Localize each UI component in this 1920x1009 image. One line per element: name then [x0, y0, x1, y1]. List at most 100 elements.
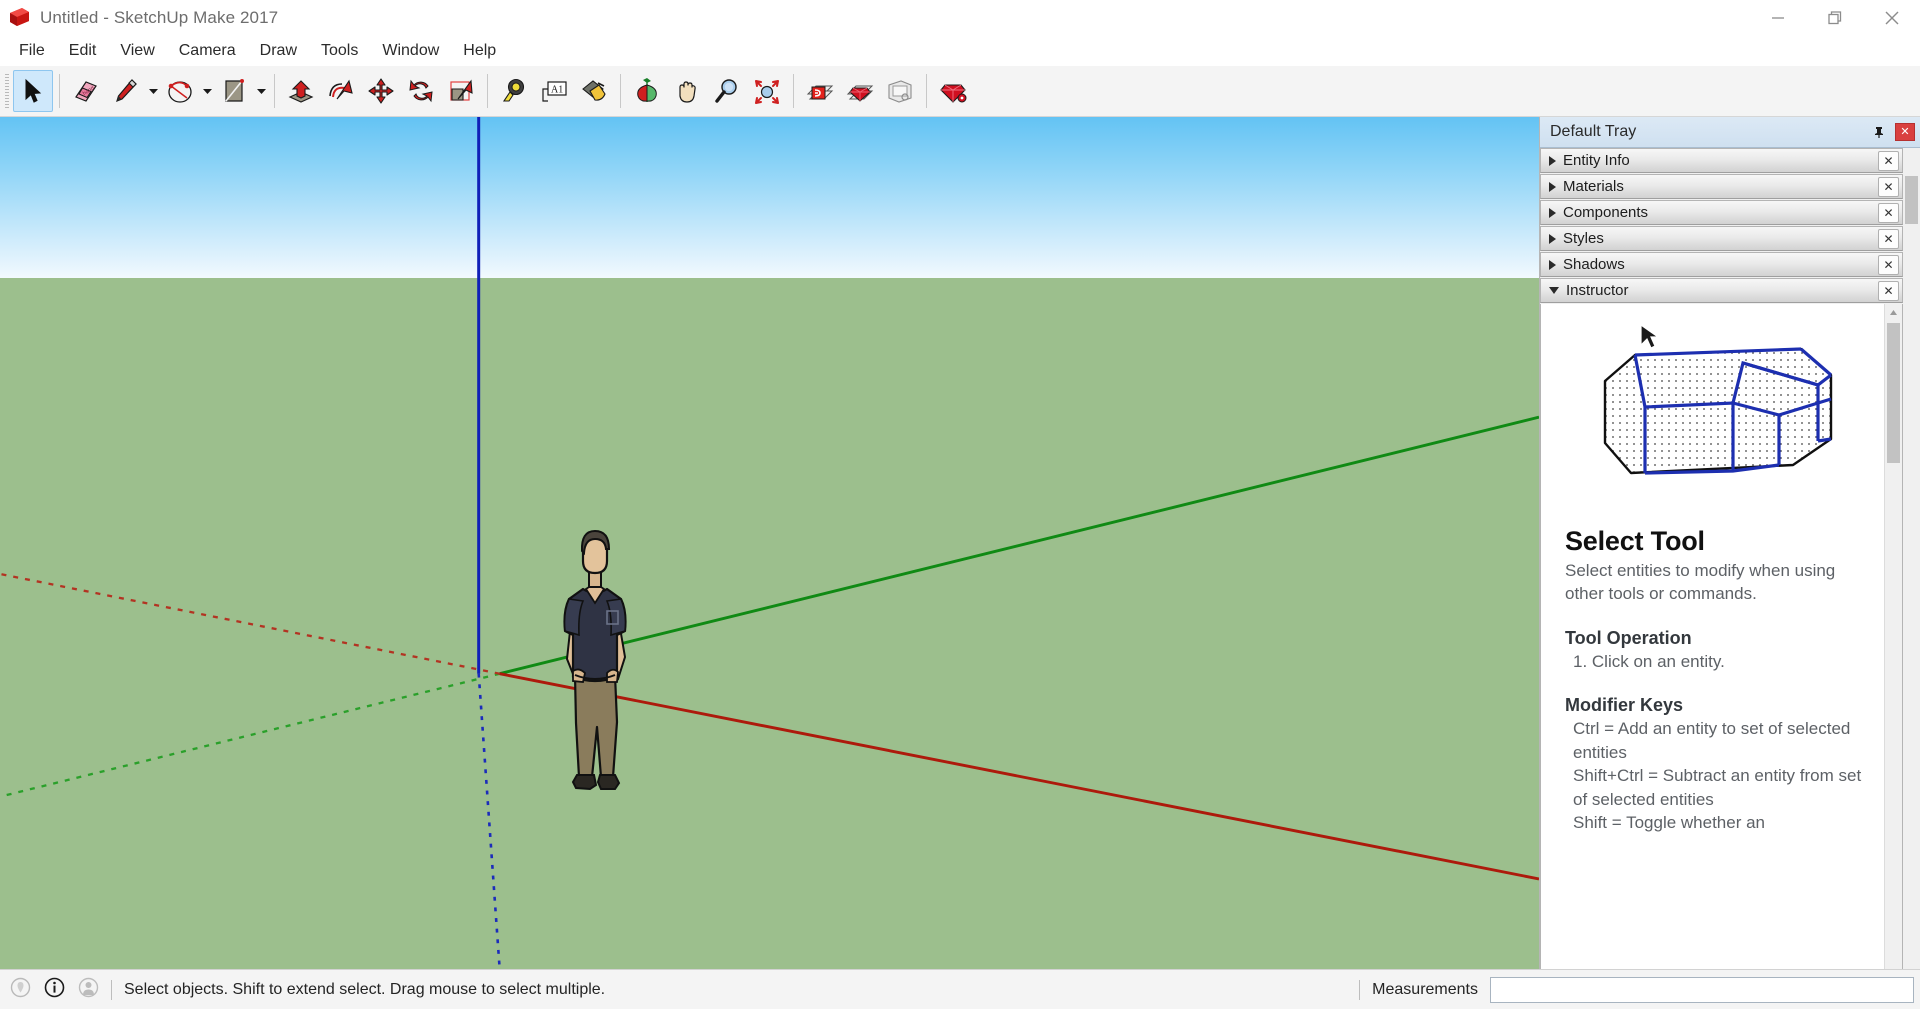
tape-measure-tool[interactable]: [494, 70, 534, 112]
menu-draw[interactable]: Draw: [248, 39, 309, 63]
menu-window[interactable]: Window: [370, 39, 451, 63]
chevron-right-icon: [1549, 233, 1556, 244]
green-axis-solid: [499, 415, 1539, 676]
rotate-tool[interactable]: [401, 70, 441, 112]
tray-scrollbar[interactable]: [1903, 148, 1920, 969]
toolbar-group-camera: [627, 69, 787, 113]
instructor-section-heading-tool-operation: Tool Operation: [1565, 627, 1692, 648]
panel-close-icon[interactable]: ✕: [1878, 203, 1899, 223]
paint-bucket-tool[interactable]: [574, 70, 614, 112]
pin-icon[interactable]: [1871, 124, 1887, 140]
main-toolbar: hand A1: [0, 66, 1920, 117]
pan-tool[interactable]: [667, 70, 707, 112]
panel-close-icon[interactable]: ✕: [1878, 151, 1899, 171]
line-tool[interactable]: [106, 70, 146, 112]
scale-tool[interactable]: [441, 70, 481, 112]
toolbar-separator: [487, 74, 488, 108]
arrow-cursor-icon: [1639, 323, 1660, 349]
extension-warehouse-button[interactable]: [840, 70, 880, 112]
eraser-tool[interactable]: hand: [66, 70, 106, 112]
panel-label: Materials: [1563, 178, 1624, 195]
layout-button[interactable]: [880, 70, 920, 112]
tray-panel-materials[interactable]: Materials ✕: [1540, 174, 1903, 199]
menu-bar: File Edit View Camera Draw Tools Window …: [0, 36, 1920, 66]
chevron-down-icon: [1549, 287, 1559, 294]
zoom-extents-tool[interactable]: [747, 70, 787, 112]
panel-label: Shadows: [1563, 256, 1625, 273]
instructor-section-line: Shift+Ctrl = Subtract an entity from set…: [1573, 766, 1862, 809]
tray-panel-instructor[interactable]: Instructor ✕: [1540, 278, 1903, 303]
instructor-scrollbar[interactable]: [1884, 304, 1902, 969]
rectangle-tool[interactable]: [214, 70, 254, 112]
zoom-tool[interactable]: [707, 70, 747, 112]
chevron-right-icon: [1549, 207, 1556, 218]
panel-label: Components: [1563, 204, 1649, 221]
toolbar-group-modify: [281, 69, 481, 113]
rectangle-tool-dropdown-arrow[interactable]: [254, 71, 268, 111]
panel-label: Entity Info: [1563, 152, 1630, 169]
tray-panel-styles[interactable]: Styles ✕: [1540, 226, 1903, 251]
text-tool[interactable]: A1: [534, 70, 574, 112]
window-title: Untitled - SketchUp Make 2017: [40, 8, 279, 27]
red-axis-solid: [499, 672, 1539, 881]
scale-figure-person[interactable]: [545, 527, 645, 807]
instructor-section-line: Ctrl = Add an entity to set of selected …: [1573, 719, 1851, 762]
geo-location-icon[interactable]: [10, 977, 31, 1003]
tray-scrollbar-thumb[interactable]: [1905, 176, 1918, 224]
instructor-section-line: 1. Click on an entity.: [1573, 651, 1725, 671]
model-axes: [0, 117, 1539, 969]
measurements-area: Measurements: [1347, 976, 1920, 1003]
menu-file[interactable]: File: [7, 39, 57, 63]
status-bar-divider: [111, 979, 112, 1000]
move-tool[interactable]: [361, 70, 401, 112]
instructor-heading: Select Tool: [1565, 526, 1705, 556]
toolbar-group-warehouse: [800, 69, 920, 113]
toolbar-drag-handle[interactable]: [2, 72, 11, 110]
status-message: Select objects. Shift to extend select. …: [124, 980, 606, 998]
minimize-button[interactable]: [1749, 0, 1806, 36]
arc-tool[interactable]: [160, 70, 200, 112]
toolbar-group-select: [13, 69, 53, 113]
tray-panel-entity-info[interactable]: Entity Info ✕: [1540, 148, 1903, 173]
select-tool[interactable]: [13, 70, 53, 112]
toolbar-separator: [926, 74, 927, 108]
menu-edit[interactable]: Edit: [57, 39, 109, 63]
red-axis-dotted: [0, 572, 500, 675]
toolbar-separator: [274, 74, 275, 108]
tray-panel-shadows[interactable]: Shadows ✕: [1540, 252, 1903, 277]
measurements-label: Measurements: [1372, 980, 1478, 998]
instructor-inner: Select Tool Select entities to modify wh…: [1541, 304, 1884, 969]
orbit-tool[interactable]: [627, 70, 667, 112]
tray-body: Entity Info ✕ Materials ✕ Components ✕ S…: [1540, 148, 1920, 969]
tray-panel-components[interactable]: Components ✕: [1540, 200, 1903, 225]
panel-close-icon[interactable]: ✕: [1878, 255, 1899, 275]
menu-help[interactable]: Help: [451, 39, 508, 63]
tray-title: Default Tray: [1550, 123, 1637, 140]
tray-close-button[interactable]: ✕: [1895, 123, 1915, 141]
push-pull-tool[interactable]: [281, 70, 321, 112]
toolbar-group-draw: hand: [66, 69, 268, 113]
scroll-up-arrow-icon[interactable]: [1885, 304, 1902, 321]
line-tool-dropdown-arrow[interactable]: [146, 71, 160, 111]
info-icon[interactable]: [44, 977, 65, 1003]
instructor-section-heading-modifier-keys: Modifier Keys: [1565, 695, 1684, 716]
follow-me-tool[interactable]: [321, 70, 361, 112]
tray-panel-list: Entity Info ✕ Materials ✕ Components ✕ S…: [1540, 148, 1903, 969]
panel-label: Instructor: [1566, 282, 1629, 299]
panel-close-icon[interactable]: ✕: [1878, 229, 1899, 249]
measurements-input[interactable]: [1490, 976, 1914, 1003]
menu-tools[interactable]: Tools: [309, 39, 370, 63]
ruby-console-button[interactable]: [933, 70, 973, 112]
instructor-scrollbar-thumb[interactable]: [1887, 323, 1900, 463]
close-button[interactable]: [1863, 0, 1920, 36]
warehouse-3d-button[interactable]: [800, 70, 840, 112]
panel-close-icon[interactable]: ✕: [1878, 177, 1899, 197]
menu-camera[interactable]: Camera: [167, 39, 248, 63]
arc-tool-dropdown-arrow[interactable]: [200, 71, 214, 111]
chevron-right-icon: [1549, 181, 1556, 192]
3d-viewport[interactable]: [0, 117, 1539, 969]
restore-button[interactable]: [1806, 0, 1863, 36]
panel-close-icon[interactable]: ✕: [1878, 281, 1899, 301]
menu-view[interactable]: View: [108, 39, 166, 63]
account-icon[interactable]: [78, 977, 99, 1003]
